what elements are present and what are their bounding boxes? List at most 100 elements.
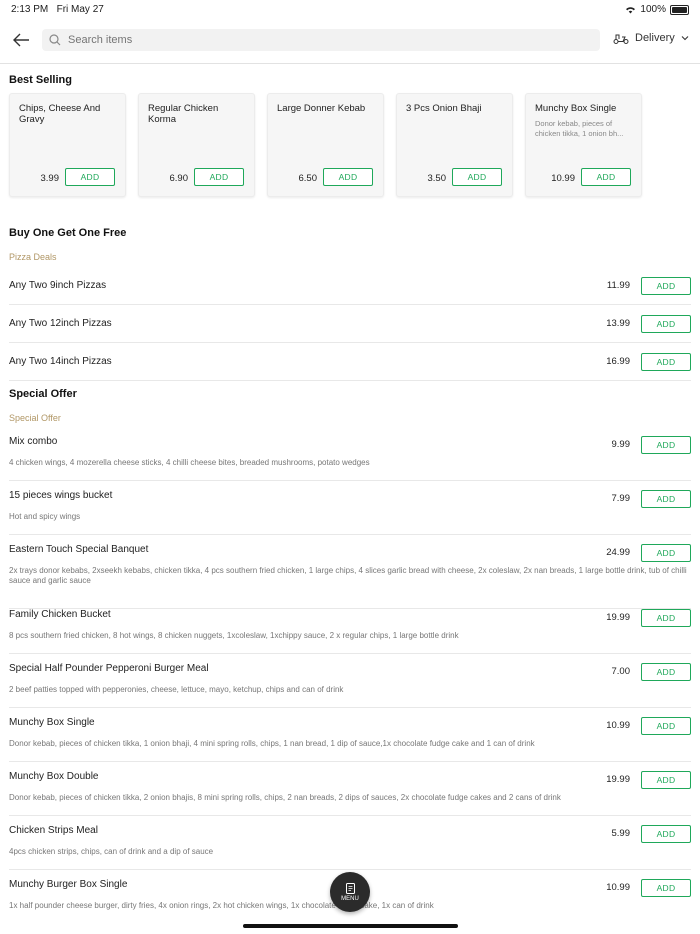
item-price: 16.99 xyxy=(606,356,630,367)
card-price: 6.50 xyxy=(298,173,318,184)
product-card[interactable]: 3 Pcs Onion Bhaji 3.50 ADD xyxy=(396,93,513,197)
item-description: Donor kebab, pieces of chicken tikka, 2 … xyxy=(9,793,561,802)
card-name: Chips, Cheese And Gravy xyxy=(19,103,101,125)
row-divider xyxy=(9,653,691,654)
status-left: 2:13 PM Fri May 27 xyxy=(11,4,104,15)
wifi-icon xyxy=(626,6,636,14)
search-input[interactable] xyxy=(66,33,590,47)
add-button[interactable]: ADD xyxy=(641,490,691,508)
product-card[interactable]: Regular Chicken Korma 6.90 ADD xyxy=(138,93,255,197)
product-card[interactable]: Large Donner Kebab 6.50 ADD xyxy=(267,93,384,197)
menu-item-row[interactable]: 15 pieces wings bucket 7.99 ADD Hot and spi… xyxy=(0,490,700,544)
item-price: 5.99 xyxy=(611,828,631,839)
add-button[interactable]: ADD xyxy=(641,663,691,681)
item-description: 2x trays donor kebabs, 2xseekh kebabs, c… xyxy=(9,566,687,585)
menu-item-row[interactable]: Mix combo 9.99 ADD 4 chicken wings, 4 mozer… xyxy=(0,436,700,490)
item-price: 7.99 xyxy=(611,493,631,504)
delivery-label: Delivery xyxy=(635,32,675,44)
add-button[interactable]: ADD xyxy=(641,277,691,295)
item-price: 11.99 xyxy=(606,280,630,291)
menu-item-row[interactable]: Family Chicken Bucket 19.99 ADD 8 pcs south… xyxy=(0,609,700,663)
status-date: Fri May 27 xyxy=(56,4,104,15)
search-icon xyxy=(49,34,61,46)
menu-item-row[interactable]: Munchy Box Double 19.99 ADD Donor kebab, pi… xyxy=(0,771,700,825)
chevron-down-icon xyxy=(681,36,689,41)
add-button[interactable]: ADD xyxy=(641,879,691,897)
row-divider xyxy=(9,534,691,535)
battery-percent: 100% xyxy=(640,4,666,15)
menu-item-row[interactable]: Any Two 9inch Pizzas 11.99 ADD xyxy=(0,274,700,312)
home-indicator[interactable] xyxy=(243,924,458,928)
row-divider xyxy=(9,815,691,816)
item-price: 19.99 xyxy=(606,612,630,623)
item-name: Chicken Strips Meal xyxy=(9,825,98,836)
add-button[interactable]: ADD xyxy=(641,315,691,333)
scooter-icon xyxy=(613,34,629,44)
product-card[interactable]: Munchy Box Single Donor kebab, pieces of … xyxy=(525,93,642,197)
add-button[interactable]: ADD xyxy=(641,609,691,627)
card-price: 6.90 xyxy=(169,173,189,184)
add-button[interactable]: ADD xyxy=(641,825,691,843)
menu-item-row[interactable]: Special Half Pounder Pepperoni Burger Me… xyxy=(0,663,700,717)
item-name: Any Two 14inch Pizzas xyxy=(9,356,112,367)
item-name: Munchy Burger Box Single xyxy=(9,879,128,890)
item-name: Mix combo xyxy=(9,436,58,447)
row-divider xyxy=(9,380,691,381)
add-button[interactable]: ADD xyxy=(641,544,691,562)
card-price: 3.50 xyxy=(427,173,447,184)
card-name: Regular Chicken Korma xyxy=(148,103,219,125)
row-divider xyxy=(9,304,691,305)
special-offer-title: Special Offer xyxy=(9,388,77,400)
add-button[interactable]: ADD xyxy=(452,168,502,186)
menu-item-row[interactable]: Munchy Box Single 10.99 ADD Donor kebab, pi… xyxy=(0,717,700,771)
add-button[interactable]: ADD xyxy=(65,168,115,186)
menu-item-row[interactable]: Any Two 12inch Pizzas 13.99 ADD xyxy=(0,312,700,350)
add-button[interactable]: ADD xyxy=(641,717,691,735)
menu-button[interactable]: MENU xyxy=(330,872,370,912)
top-bar: Delivery xyxy=(0,26,700,54)
item-name: Munchy Box Single xyxy=(9,717,95,728)
item-name: Any Two 9inch Pizzas xyxy=(9,280,107,291)
row-divider xyxy=(9,342,691,343)
battery-icon xyxy=(670,4,689,15)
card-name: Munchy Box Single xyxy=(535,103,617,114)
pizza-deals-subcategory: Pizza Deals xyxy=(9,252,57,262)
add-button[interactable]: ADD xyxy=(194,168,244,186)
item-description: Hot and spicy wings xyxy=(9,512,81,521)
item-name: Munchy Box Double xyxy=(9,771,99,782)
add-button[interactable]: ADD xyxy=(641,436,691,454)
item-description: 8 pcs southern fried chicken, 8 hot wing… xyxy=(9,631,459,640)
row-divider xyxy=(9,869,691,870)
search-bar[interactable] xyxy=(42,29,600,51)
back-arrow-icon[interactable] xyxy=(12,32,30,48)
add-button[interactable]: ADD xyxy=(323,168,373,186)
item-price: 7.00 xyxy=(611,666,631,677)
row-divider xyxy=(9,761,691,762)
item-name: Any Two 12inch Pizzas xyxy=(9,318,112,329)
item-description: 2 beef patties topped with pepperonies, … xyxy=(9,685,344,694)
special-offer-subcategory: Special Offer xyxy=(9,413,61,423)
add-button[interactable]: ADD xyxy=(641,771,691,789)
item-price: 19.99 xyxy=(606,774,630,785)
best-selling-carousel: Chips, Cheese And Gravy 3.99 ADD Regular Ch… xyxy=(9,93,642,197)
item-price: 13.99 xyxy=(606,318,630,329)
card-price: 3.99 xyxy=(40,173,60,184)
item-name: Eastern Touch Special Banquet xyxy=(9,544,149,555)
item-price: 10.99 xyxy=(606,720,630,731)
card-description: Donor kebab, pieces of chicken tikka, 1 … xyxy=(535,119,624,138)
delivery-selector[interactable]: Delivery xyxy=(613,32,689,44)
item-name: Family Chicken Bucket xyxy=(9,609,111,620)
item-description: 4pcs chicken strips, chips, can of drink… xyxy=(9,847,214,856)
menu-item-row[interactable]: Any Two 14inch Pizzas 16.99 ADD xyxy=(0,350,700,388)
card-name: 3 Pcs Onion Bhaji xyxy=(406,103,482,114)
row-divider xyxy=(9,707,691,708)
item-price: 24.99 xyxy=(606,547,630,558)
add-button[interactable]: ADD xyxy=(581,168,631,186)
menu-item-row[interactable]: Chicken Strips Meal 5.99 ADD 4pcs chicken s… xyxy=(0,825,700,879)
header-divider xyxy=(0,63,700,64)
menu-item-row[interactable]: Eastern Touch Special Banquet 24.99 ADD 2x … xyxy=(0,544,700,609)
add-button[interactable]: ADD xyxy=(641,353,691,371)
product-card[interactable]: Chips, Cheese And Gravy 3.99 ADD xyxy=(9,93,126,197)
item-price: 9.99 xyxy=(611,439,631,450)
row-divider xyxy=(9,480,691,481)
